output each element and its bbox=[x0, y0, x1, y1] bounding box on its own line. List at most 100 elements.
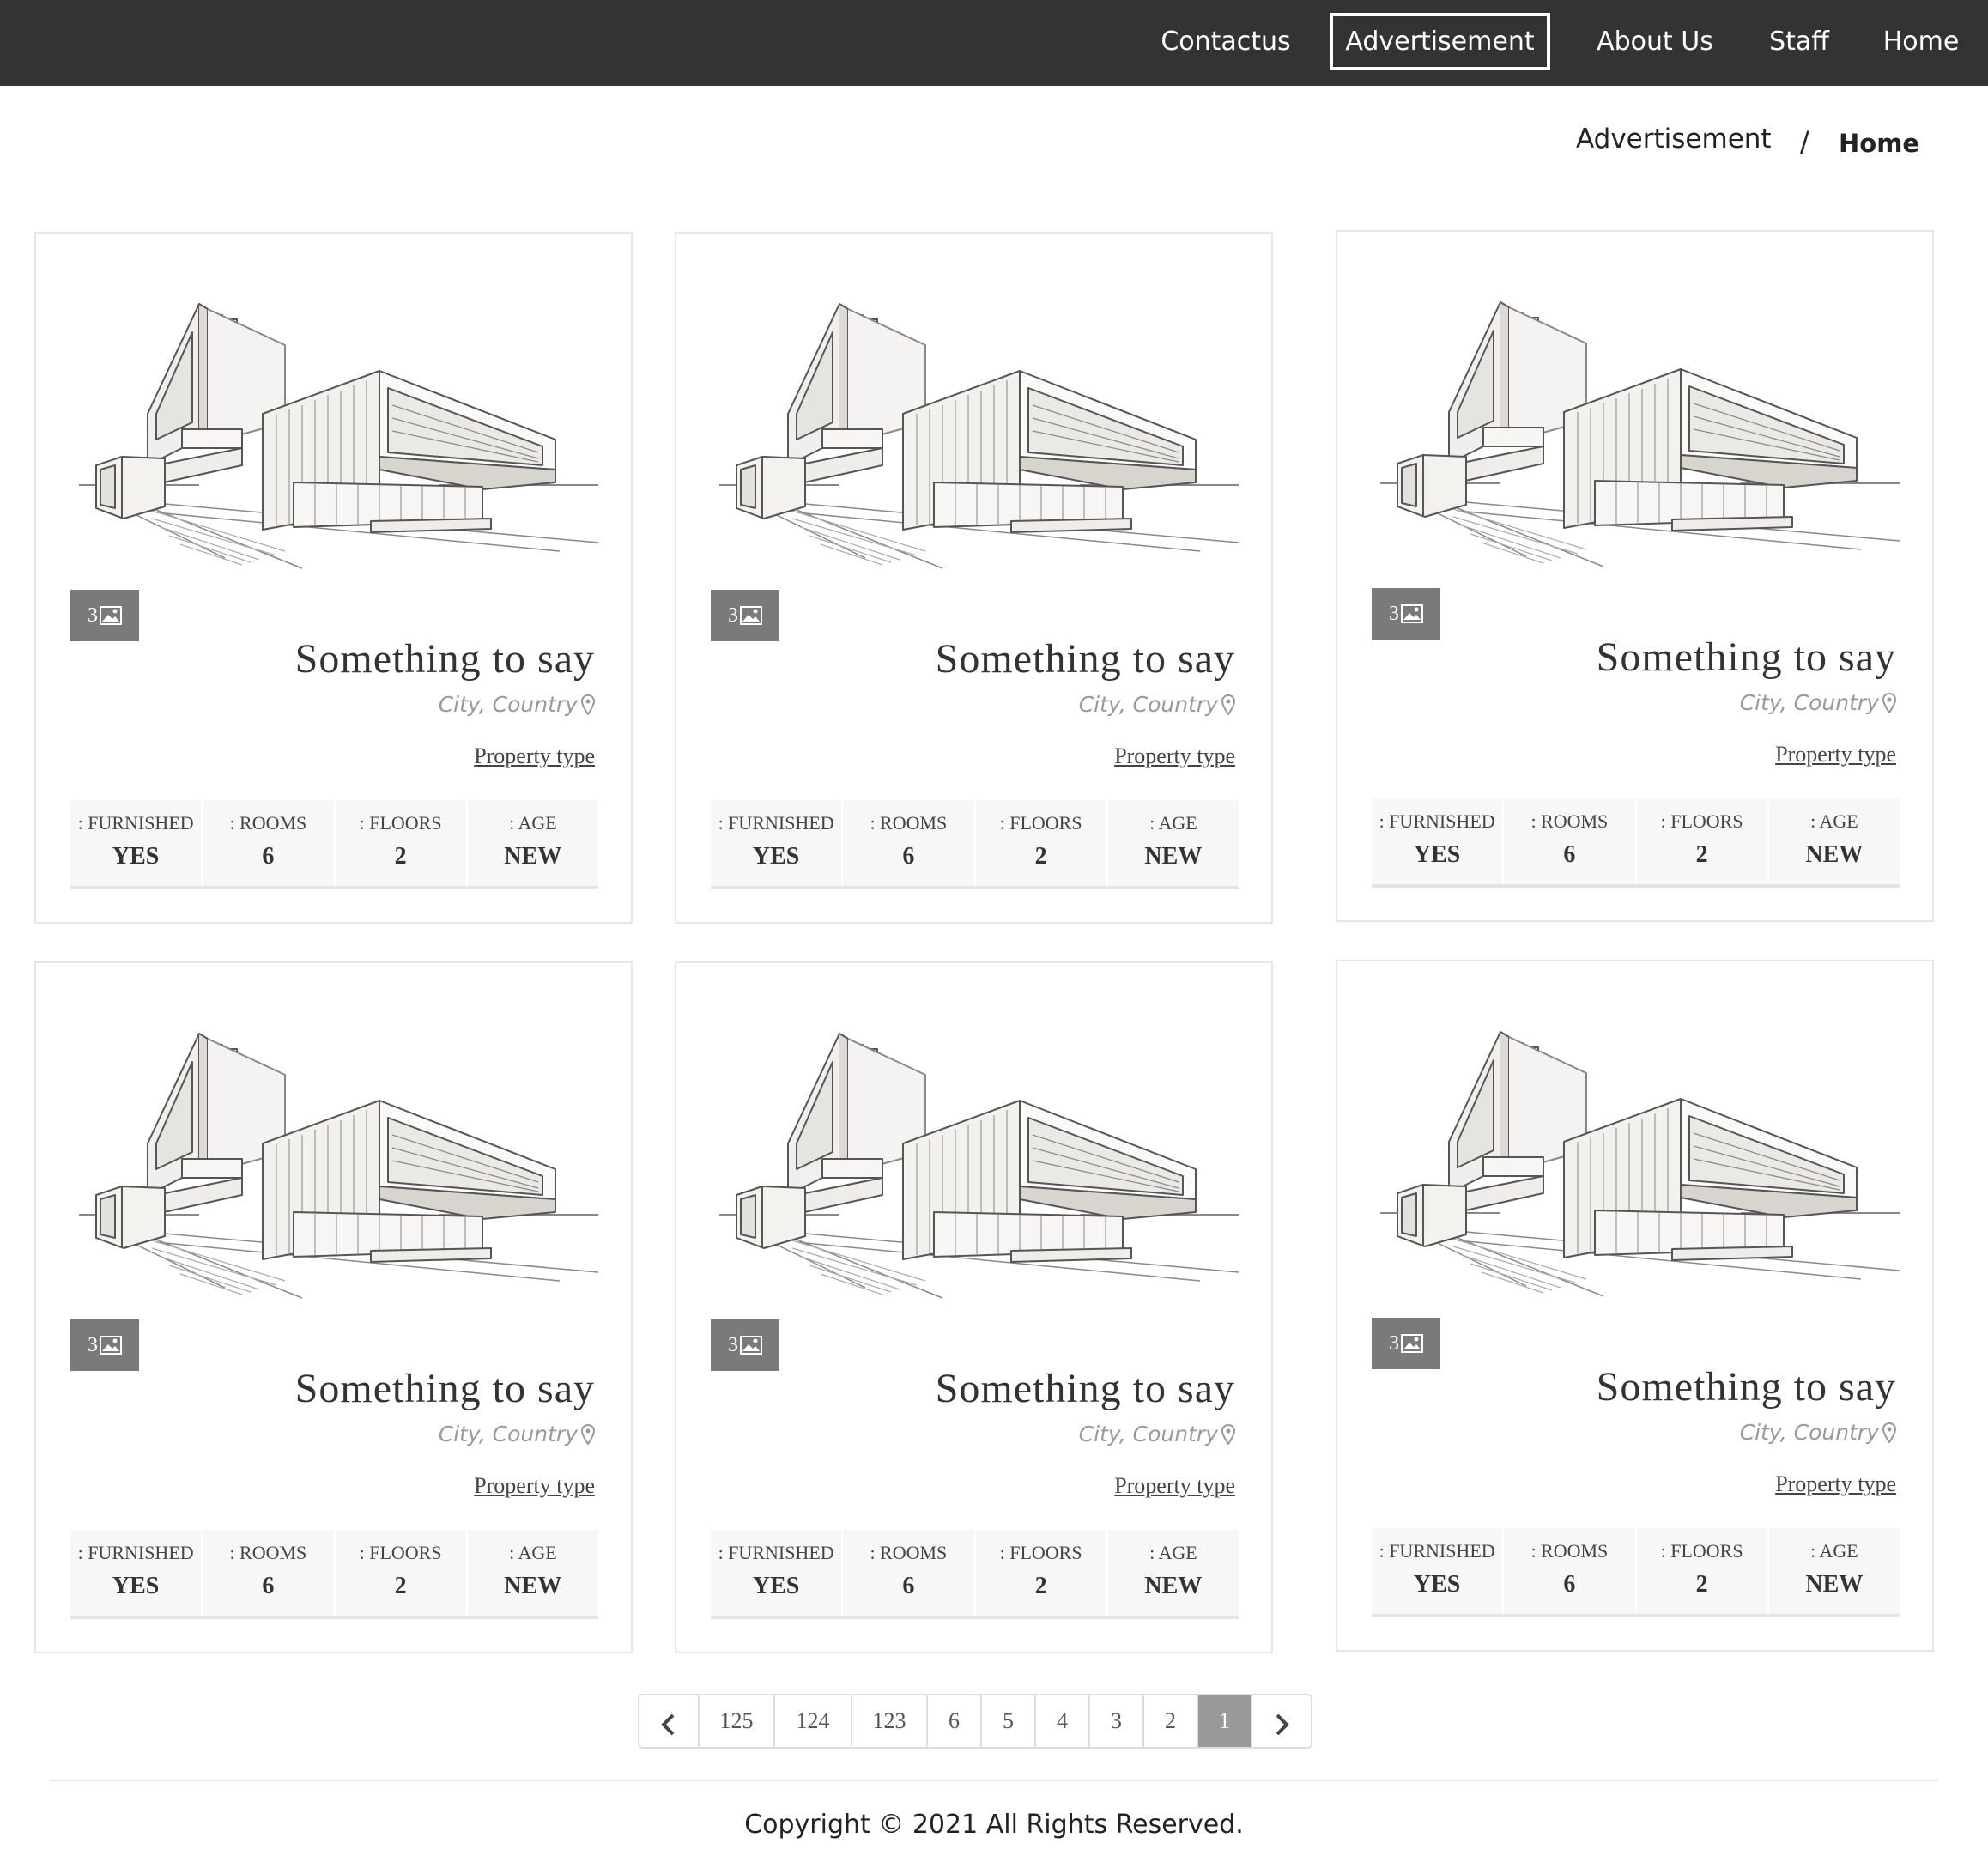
photo-count: 3 bbox=[1389, 1331, 1399, 1355]
listing-card[interactable]: 3 Something to say City, Country Propert… bbox=[34, 232, 633, 924]
spec-value: 6 bbox=[262, 843, 275, 870]
page-5[interactable]: 5 bbox=[982, 1695, 1036, 1747]
spec-value: 2 bbox=[1695, 1571, 1708, 1598]
spec-value: NEW bbox=[1805, 841, 1864, 868]
page-123[interactable]: 123 bbox=[852, 1695, 928, 1747]
page-124[interactable]: 124 bbox=[775, 1695, 852, 1747]
breadcrumb-separator: / bbox=[1800, 125, 1809, 158]
photo-count: 3 bbox=[728, 1333, 738, 1356]
photo-count: 3 bbox=[1389, 602, 1399, 625]
spec-label: : AGE bbox=[509, 812, 557, 834]
page-1[interactable]: 1 bbox=[1198, 1695, 1252, 1747]
spec-age: : AGE NEW bbox=[1769, 798, 1900, 884]
prev-page-button[interactable] bbox=[639, 1695, 700, 1747]
listing-card[interactable]: 3 Something to say City, Country Propert… bbox=[675, 232, 1273, 924]
listing-location: City, Country bbox=[1079, 1422, 1235, 1446]
listing-card[interactable]: 3 Something to say City, Country Propert… bbox=[34, 961, 633, 1653]
listing-title[interactable]: Something to say bbox=[1597, 634, 1896, 681]
spec-value: 6 bbox=[1563, 841, 1576, 868]
property-type-link[interactable]: Property type bbox=[1775, 1471, 1896, 1497]
spec-label: : ROOMS bbox=[229, 812, 307, 834]
listing-specs: : FURNISHED YES : ROOMS 6 : FLOORS 2 : A… bbox=[711, 800, 1239, 889]
property-type-link[interactable]: Property type bbox=[474, 743, 595, 769]
spec-furnished: : FURNISHED YES bbox=[711, 1530, 844, 1616]
page-2[interactable]: 2 bbox=[1144, 1695, 1198, 1747]
listing-card[interactable]: 3 Something to say City, Country Propert… bbox=[1336, 960, 1934, 1652]
property-type-link[interactable]: Property type bbox=[1775, 742, 1896, 767]
spec-floors: : FLOORS 2 bbox=[336, 800, 468, 886]
next-page-button[interactable] bbox=[1252, 1695, 1311, 1747]
property-type-link[interactable]: Property type bbox=[1114, 1473, 1235, 1499]
spec-value: 6 bbox=[902, 1573, 915, 1599]
location-text: City, Country bbox=[1739, 690, 1879, 715]
image-icon bbox=[740, 1336, 762, 1355]
spec-furnished: : FURNISHED YES bbox=[1372, 798, 1505, 884]
spec-value: YES bbox=[112, 1573, 160, 1599]
property-type-link[interactable]: Property type bbox=[1114, 743, 1235, 769]
spec-value: 6 bbox=[262, 1573, 275, 1599]
nav-contactus[interactable]: Contactus bbox=[1152, 13, 1300, 70]
page-3[interactable]: 3 bbox=[1090, 1695, 1144, 1747]
spec-label: : FLOORS bbox=[359, 812, 442, 834]
photo-count-badge[interactable]: 3 bbox=[711, 1319, 779, 1371]
nav-advertisement[interactable]: Advertisement bbox=[1330, 13, 1550, 70]
property-type-link[interactable]: Property type bbox=[474, 1473, 595, 1499]
listing-location: City, Country bbox=[1079, 692, 1235, 717]
photo-count-badge[interactable]: 3 bbox=[70, 590, 139, 641]
spec-value: YES bbox=[1413, 1571, 1461, 1598]
spec-value: 2 bbox=[1695, 841, 1708, 868]
photo-count-badge[interactable]: 3 bbox=[1372, 1318, 1440, 1369]
spec-label: : AGE bbox=[1149, 812, 1197, 834]
spec-age: : AGE NEW bbox=[468, 1530, 598, 1616]
breadcrumb-home[interactable]: Home bbox=[1839, 129, 1919, 158]
spec-label: : ROOMS bbox=[1530, 810, 1609, 832]
nav-about-us[interactable]: About Us bbox=[1586, 13, 1724, 70]
breadcrumb-current: Advertisement bbox=[1576, 124, 1772, 155]
photo-count-badge[interactable]: 3 bbox=[70, 1319, 139, 1371]
spec-value: 2 bbox=[394, 843, 407, 870]
spec-label: : AGE bbox=[509, 1542, 557, 1563]
location-text: City, Country bbox=[1078, 692, 1218, 717]
listing-location: City, Country bbox=[1740, 690, 1896, 715]
image-icon bbox=[100, 1336, 122, 1355]
listing-card[interactable]: 3 Something to say City, Country Propert… bbox=[1336, 230, 1934, 922]
spec-label: : FLOORS bbox=[1660, 810, 1743, 832]
spec-age: : AGE NEW bbox=[1769, 1528, 1900, 1614]
listing-title[interactable]: Something to say bbox=[936, 1365, 1235, 1412]
spec-floors: : FLOORS 2 bbox=[976, 800, 1108, 886]
listing-card[interactable]: 3 Something to say City, Country Propert… bbox=[675, 961, 1273, 1653]
listing-title[interactable]: Something to say bbox=[295, 635, 595, 682]
image-icon bbox=[1401, 1334, 1423, 1353]
building-illustration bbox=[1380, 1031, 1900, 1297]
page-4[interactable]: 4 bbox=[1036, 1695, 1090, 1747]
location-text: City, Country bbox=[1739, 1420, 1879, 1445]
pagination: 125 124 123 6 5 4 3 2 1 bbox=[638, 1694, 1312, 1749]
listing-specs: : FURNISHED YES : ROOMS 6 : FLOORS 2 : A… bbox=[1372, 798, 1900, 888]
listing-specs: : FURNISHED YES : ROOMS 6 : FLOORS 2 : A… bbox=[70, 1530, 598, 1619]
chevron-left-icon bbox=[661, 1713, 675, 1736]
spec-label: : ROOMS bbox=[1530, 1540, 1609, 1562]
footer-divider bbox=[50, 1780, 1938, 1781]
page-125[interactable]: 125 bbox=[700, 1695, 775, 1747]
map-pin-icon bbox=[581, 694, 595, 715]
spec-value: NEW bbox=[504, 1573, 562, 1599]
page-6[interactable]: 6 bbox=[928, 1695, 982, 1747]
spec-value: YES bbox=[752, 1573, 800, 1599]
photo-count: 3 bbox=[728, 603, 738, 627]
nav-staff[interactable]: Staff bbox=[1760, 13, 1839, 70]
spec-value: 2 bbox=[394, 1573, 407, 1599]
listing-title[interactable]: Something to say bbox=[936, 635, 1235, 682]
listing-title[interactable]: Something to say bbox=[1597, 1363, 1896, 1410]
photo-count-badge[interactable]: 3 bbox=[1372, 588, 1440, 640]
listing-specs: : FURNISHED YES : ROOMS 6 : FLOORS 2 : A… bbox=[1372, 1528, 1900, 1617]
spec-floors: : FLOORS 2 bbox=[336, 1530, 468, 1616]
listing-title[interactable]: Something to say bbox=[295, 1365, 595, 1412]
spec-rooms: : ROOMS 6 bbox=[1504, 1528, 1637, 1614]
location-text: City, Country bbox=[438, 1422, 578, 1446]
chevron-right-icon bbox=[1276, 1713, 1289, 1736]
photo-count: 3 bbox=[88, 1333, 98, 1356]
spec-value: 2 bbox=[1034, 1573, 1047, 1599]
spec-value: 6 bbox=[902, 843, 915, 870]
photo-count-badge[interactable]: 3 bbox=[711, 590, 779, 641]
nav-home[interactable]: Home bbox=[1875, 13, 1967, 70]
